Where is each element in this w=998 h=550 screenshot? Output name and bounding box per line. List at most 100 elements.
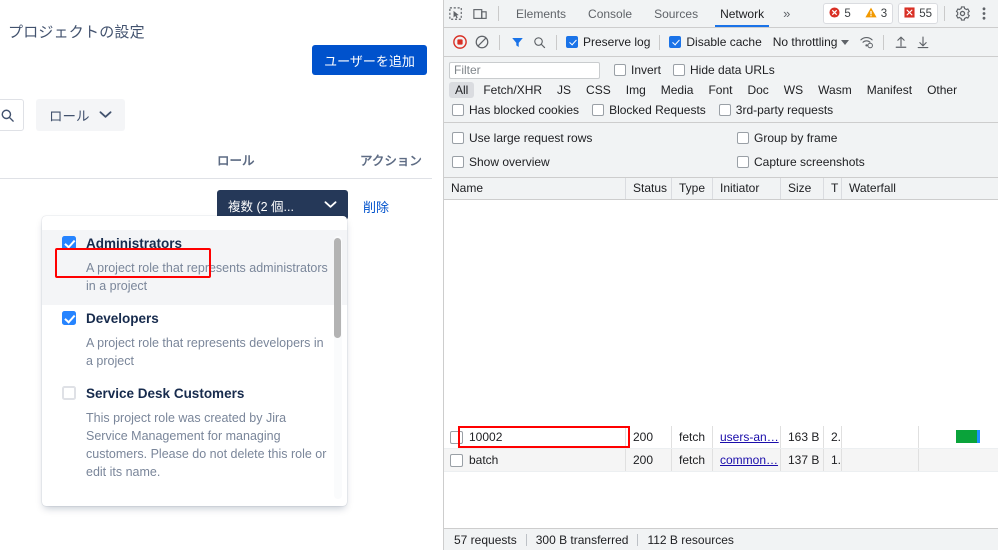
export-har-icon[interactable]	[912, 31, 934, 53]
request-name: batch	[469, 453, 499, 467]
column-header-initiator[interactable]: Initiator	[713, 178, 781, 199]
checkbox-box	[592, 104, 605, 116]
request-size: 163 B	[781, 426, 824, 448]
transferred-size: 300 B transferred	[535, 532, 629, 547]
divider	[499, 34, 500, 50]
use-large-rows-checkbox[interactable]: Use large request rows	[449, 131, 595, 145]
dropdown-option-service-desk-customers[interactable]: Service Desk Customers This project role…	[42, 380, 347, 491]
tab-console[interactable]: Console	[577, 1, 643, 27]
show-overview-checkbox[interactable]: Show overview	[449, 155, 553, 169]
search-icon[interactable]	[528, 31, 550, 53]
invert-checkbox[interactable]: Invert	[611, 63, 664, 77]
option-label: Developers	[86, 310, 159, 326]
request-checkbox[interactable]	[450, 453, 463, 467]
network-conditions-icon[interactable]	[855, 31, 877, 53]
type-filter-manifest[interactable]: Manifest	[861, 82, 918, 98]
request-count: 57 requests	[454, 532, 517, 547]
type-filter-js[interactable]: JS	[551, 82, 577, 98]
filter-input[interactable]: Filter	[449, 61, 600, 79]
network-request-list[interactable]: 10002 200 fetch users-an… 163 B 2. batch…	[444, 200, 998, 472]
show-overview-label: Show overview	[469, 155, 550, 169]
type-filter-wasm[interactable]: Wasm	[812, 82, 858, 98]
disable-cache-checkbox[interactable]: Disable cache	[666, 35, 764, 49]
blocked-requests-checkbox[interactable]: Blocked Requests	[589, 103, 709, 117]
initiator-link[interactable]: users-an…	[720, 430, 779, 444]
preserve-log-checkbox[interactable]: Preserve log	[563, 35, 653, 49]
request-initiator[interactable]: users-an…	[713, 426, 781, 448]
import-har-icon[interactable]	[890, 31, 912, 53]
settings-row-1: Use large request rows Group by frame	[444, 126, 998, 150]
column-header-name[interactable]: Name	[444, 178, 626, 199]
chevron-down-icon[interactable]	[841, 39, 850, 45]
checkbox-administrators[interactable]	[62, 236, 76, 250]
dropdown-scrollbar-thumb[interactable]	[334, 238, 341, 338]
request-time: 2.	[824, 426, 842, 448]
tab-elements[interactable]: Elements	[505, 1, 577, 27]
column-header-status[interactable]: Status	[626, 178, 672, 199]
type-filter-font[interactable]: Font	[702, 82, 738, 98]
checkbox-box	[718, 104, 731, 116]
third-party-requests-checkbox[interactable]: 3rd-party requests	[716, 103, 836, 117]
record-stop-icon[interactable]	[449, 31, 471, 53]
throttling-select[interactable]: No throttling	[765, 35, 842, 49]
resources-size: 112 B resources	[647, 532, 734, 547]
network-table-header: Name Status Type Initiator Size T Waterf…	[444, 178, 998, 200]
type-filter-img[interactable]: Img	[620, 82, 652, 98]
request-name-cell[interactable]: 10002	[444, 426, 626, 448]
option-description: A project role that represents administr…	[86, 261, 328, 293]
table-row[interactable]: 10002 200 fetch users-an… 163 B 2.	[444, 426, 998, 449]
column-header-waterfall[interactable]: Waterfall	[842, 178, 998, 199]
type-filter-other[interactable]: Other	[921, 82, 963, 98]
request-initiator[interactable]: common…	[713, 449, 781, 471]
issues-badge[interactable]: 55	[898, 3, 938, 24]
column-header-type[interactable]: Type	[672, 178, 713, 199]
column-header-action: アクション	[360, 154, 422, 168]
request-checkbox[interactable]	[450, 430, 463, 444]
capture-screenshots-checkbox[interactable]: Capture screenshots	[734, 155, 868, 169]
more-tabs-icon[interactable]: »	[775, 6, 798, 21]
hide-data-urls-checkbox[interactable]: Hide data URLs	[670, 63, 778, 77]
initiator-link[interactable]: common…	[720, 453, 778, 467]
group-by-frame-checkbox[interactable]: Group by frame	[734, 131, 840, 145]
type-filter-media[interactable]: Media	[655, 82, 700, 98]
type-filter-fetch-xhr[interactable]: Fetch/XHR	[477, 82, 548, 98]
waterfall-cell	[919, 426, 996, 448]
devtools-panel: Elements Console Sources Network » 5 3 5…	[443, 0, 998, 550]
type-filter-doc[interactable]: Doc	[741, 82, 774, 98]
request-status: 200	[626, 449, 672, 471]
issues-count: 55	[919, 7, 932, 20]
dropdown-option-administrators[interactable]: Administrators A project role that repre…	[42, 230, 347, 305]
funnel-filter-icon[interactable]	[506, 31, 528, 53]
checkbox-box	[452, 156, 464, 168]
checkbox-developers[interactable]	[62, 311, 76, 325]
tabbar-right-controls: 5 3 55	[823, 3, 998, 25]
type-filter-css[interactable]: CSS	[580, 82, 617, 98]
column-header-time[interactable]: T	[824, 178, 842, 199]
tab-network[interactable]: Network	[709, 1, 775, 27]
kebab-menu-icon[interactable]	[973, 3, 995, 25]
tab-sources[interactable]: Sources	[643, 1, 709, 27]
request-status: 200	[626, 426, 672, 448]
type-filter-all[interactable]: All	[449, 82, 475, 98]
device-toolbar-icon[interactable]	[468, 3, 492, 25]
column-header-size[interactable]: Size	[781, 178, 824, 199]
dropdown-option-developers[interactable]: Developers A project role that represent…	[42, 305, 347, 380]
checkbox-service-desk-customers[interactable]	[62, 386, 76, 400]
has-blocked-cookies-checkbox[interactable]: Has blocked cookies	[449, 103, 582, 117]
request-name-cell[interactable]: batch	[444, 449, 626, 471]
devtools-tabbar: Elements Console Sources Network » 5 3 5…	[444, 0, 998, 28]
status-badge[interactable]: 5 3	[823, 3, 894, 24]
warning-count: 3	[880, 7, 888, 20]
add-user-button[interactable]: ユーザーを追加	[312, 45, 427, 75]
filter-row: Filter Invert Hide data URLs	[444, 60, 998, 80]
inspect-element-icon[interactable]	[444, 3, 468, 25]
search-input[interactable]	[0, 99, 24, 131]
delete-link[interactable]: 削除	[363, 197, 389, 216]
table-row[interactable]: batch 200 fetch common… 137 B 1.	[444, 449, 998, 472]
gear-icon[interactable]	[951, 3, 973, 25]
network-settings-bar: Use large request rows Group by frame Sh…	[444, 123, 998, 178]
type-filter-ws[interactable]: WS	[778, 82, 809, 98]
use-large-rows-label: Use large request rows	[469, 131, 593, 145]
clear-icon[interactable]	[471, 31, 493, 53]
role-filter-dropdown[interactable]: ロール	[36, 99, 125, 131]
